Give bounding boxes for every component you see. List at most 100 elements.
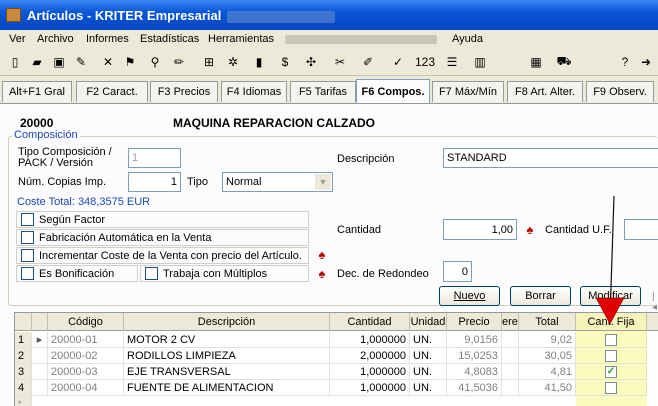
copias-field[interactable]: 1 [128, 172, 181, 192]
tab-articulos-alternativos[interactable]: F8 Art. Alter. [507, 81, 583, 102]
money-icon[interactable]: $ [276, 53, 294, 71]
wizard-hat-icon-3[interactable]: ♠ [522, 222, 538, 237]
bar-chart-icon[interactable]: ▥ [471, 53, 489, 71]
segun-factor-checkbox[interactable] [21, 213, 34, 226]
cell-blank[interactable] [502, 364, 519, 380]
tab-observaciones[interactable]: F9 Observ. [586, 81, 654, 102]
pencil-icon[interactable]: ✏ [170, 53, 188, 71]
cell-precio[interactable]: 41,5036 [447, 380, 502, 396]
cell-unidad[interactable]: UN. [410, 332, 447, 348]
cantidad-uf-field[interactable] [624, 219, 658, 240]
cell-cantidad[interactable]: 1,000000 [330, 332, 410, 348]
checkbox-segun-factor[interactable]: Según Factor [16, 211, 309, 228]
menu-estadisticas[interactable]: Estadísticas [140, 33, 199, 45]
tab-caracteristicas[interactable]: F2 Caract. [76, 81, 148, 102]
cell-precio[interactable]: 15,0253 [447, 348, 502, 364]
help-icon[interactable]: ? [616, 53, 634, 71]
checkbox-multiplos[interactable]: Trabaja con Múltiplos [140, 265, 309, 282]
cell-precio[interactable]: 9,0156 [447, 332, 502, 348]
cell-codigo[interactable]: 20000-03 [48, 364, 124, 380]
cell-precio[interactable]: 4,8083 [447, 364, 502, 380]
tab-composicion[interactable]: F6 Compos. [356, 79, 430, 103]
tool-icon-2[interactable]: ⚲ [146, 53, 164, 71]
tipo-composicion-field[interactable]: 1 [128, 148, 181, 168]
cant-fija-checkbox[interactable] [605, 349, 617, 362]
tools-icon[interactable]: ✂ [331, 53, 349, 71]
calculator-icon[interactable]: ▦ [527, 53, 545, 71]
tree-icon[interactable]: ⊞ [200, 53, 218, 71]
bonificacion-checkbox[interactable] [21, 267, 34, 280]
checkbox-fabricacion[interactable]: Fabricación Automática en la Venta [16, 229, 309, 246]
cant-fija-checkbox[interactable] [605, 333, 617, 346]
cell-descripcion[interactable]: MOTOR 2 CV [124, 332, 330, 348]
tab-maxmin[interactable]: F7 Máx/Mín [432, 81, 504, 102]
cell-codigo[interactable]: 20000-04 [48, 380, 124, 396]
menu-herramientas[interactable]: Herramientas [208, 33, 274, 45]
menu-ver[interactable]: Ver [9, 33, 26, 45]
fabricacion-checkbox[interactable] [21, 231, 34, 244]
header-truncated[interactable]: ere [502, 313, 519, 331]
descripcion-field[interactable]: STANDARD [443, 148, 658, 168]
header-unidad[interactable]: Unidad [410, 313, 447, 331]
header-cantidad[interactable]: Cantidad [330, 313, 410, 331]
cell-blank[interactable] [502, 348, 519, 364]
cell-unidad[interactable]: UN. [410, 348, 447, 364]
cell-descripcion[interactable]: RODILLOS LIMPIEZA [124, 348, 330, 364]
tab-idiomas[interactable]: F4 Idiomas [221, 81, 287, 102]
multiplos-checkbox[interactable] [145, 267, 158, 280]
checkbox-bonificacion[interactable]: Es Bonificación [16, 265, 138, 282]
header-descripcion[interactable]: Descripción [124, 313, 330, 331]
delete-icon[interactable]: ✕ [99, 53, 117, 71]
cell-total[interactable]: 9,02 [519, 332, 576, 348]
cell-cant-fija[interactable] [576, 332, 647, 348]
header-total[interactable]: Total [519, 313, 576, 331]
edit-icon[interactable]: ✎ [72, 53, 90, 71]
header-codigo[interactable]: Código [48, 313, 124, 331]
menu-ayuda[interactable]: Ayuda [452, 33, 483, 45]
cell-cant-fija[interactable]: ✓ [576, 364, 647, 380]
tipo-select[interactable]: Normal ▼ [222, 172, 333, 192]
wizard-hat-icon-2[interactable]: ♠ [314, 266, 330, 281]
cell-total[interactable]: 41,50 [519, 380, 576, 396]
cart-icon[interactable]: ⛟ [555, 53, 573, 71]
cell-total[interactable]: 30,05 [519, 348, 576, 364]
scroll-left-icon[interactable]: |◂ [652, 291, 658, 313]
puzzle-icon[interactable]: ✣ [302, 53, 320, 71]
incrementar-checkbox[interactable] [21, 249, 34, 262]
tab-precios[interactable]: F3 Precios [150, 81, 218, 102]
cell-total[interactable]: 4,81 [519, 364, 576, 380]
menu-archivo[interactable]: Archivo [37, 33, 74, 45]
header-cant-fija[interactable]: Cant. Fija [576, 313, 647, 331]
redacted-menu-item[interactable] [285, 35, 437, 44]
cant-fija-checkbox[interactable] [605, 381, 617, 394]
cell-blank[interactable] [502, 380, 519, 396]
save-icon[interactable]: ▣ [50, 53, 68, 71]
modificar-button[interactable]: Modificar [580, 286, 641, 306]
redondeo-field[interactable]: 0 [443, 261, 472, 282]
cell-cant-fija[interactable] [576, 380, 647, 396]
cell-cantidad[interactable]: 1,000000 [330, 380, 410, 396]
cell-blank[interactable] [502, 332, 519, 348]
cell-cantidad[interactable]: 2,000000 [330, 348, 410, 364]
cell-unidad[interactable]: UN. [410, 380, 447, 396]
cantidad-field[interactable]: 1,00 [443, 219, 517, 240]
exit-icon[interactable]: ➜ [637, 53, 655, 71]
cant-fija-checkbox[interactable]: ✓ [605, 365, 617, 378]
borrar-button[interactable]: Borrar [510, 286, 571, 306]
document-green-icon[interactable]: ▮ [250, 53, 268, 71]
wizard-hat-icon[interactable]: ♠ [314, 247, 330, 262]
cell-codigo[interactable]: 20000-01 [48, 332, 124, 348]
nuevo-button[interactable]: Nuevo [439, 286, 500, 306]
cell-unidad[interactable]: UN. [410, 364, 447, 380]
tab-tarifas[interactable]: F5 Tarifas [290, 81, 356, 102]
cell-codigo[interactable]: 20000-02 [48, 348, 124, 364]
header-precio[interactable]: Precio [447, 313, 502, 331]
cell-descripcion[interactable]: FUENTE DE ALIMENTACION [124, 380, 330, 396]
snowflake-icon[interactable]: ✲ [224, 53, 242, 71]
open-icon[interactable]: ▰ [28, 53, 46, 71]
checkbox-incrementar[interactable]: Incrementar Coste de la Venta con precio… [16, 247, 309, 264]
cell-cant-fija[interactable] [576, 348, 647, 364]
numbers-123-icon[interactable]: 123 [415, 53, 435, 71]
brush-icon[interactable]: ✐ [359, 53, 377, 71]
cell-cantidad[interactable]: 1,000000 [330, 364, 410, 380]
